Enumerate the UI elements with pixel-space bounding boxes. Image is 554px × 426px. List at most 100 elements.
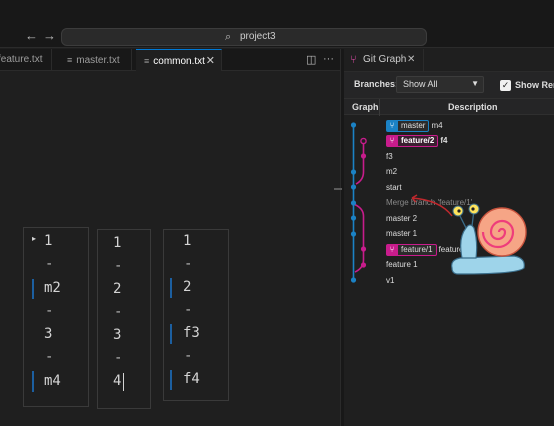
search-icon: ⌕: [225, 31, 232, 43]
commit-dot[interactable]: [360, 262, 367, 268]
change-gutter: [170, 278, 172, 298]
commit-row[interactable]: f3: [386, 150, 393, 164]
title-bar: ← → ⌕ project3: [0, 0, 554, 48]
commit-dot[interactable]: [360, 246, 367, 252]
close-icon[interactable]: ✕: [206, 50, 215, 72]
branch-icon: ⑂: [386, 119, 398, 132]
git-graph-controls: Branches: Show All ▼ ✓ Show Rem: [344, 72, 554, 98]
snail-sticker: [451, 203, 527, 275]
code-line: -: [45, 349, 54, 365]
compare-column-1: ▸ 1 - m2 - 3 - m4: [23, 227, 89, 407]
commit-dot[interactable]: [350, 215, 357, 221]
code-line: 3: [44, 326, 53, 342]
command-center-search[interactable]: ⌕ project3: [61, 28, 427, 46]
tab-label: common.txt: [153, 56, 205, 67]
change-gutter: [32, 279, 34, 299]
editor-area[interactable]: ▸ 1 - m2 - 3 - m4 1 - 2 - 3 - 4 1 - 2 - …: [0, 72, 340, 426]
commit-message: m2: [386, 167, 398, 176]
code-line: 3: [113, 327, 122, 343]
compare-column-2: 1 - 2 - 3 - 4: [97, 229, 151, 409]
split-editor-icon[interactable]: ◫: [306, 53, 316, 66]
code-line: f4: [183, 371, 200, 387]
change-gutter: [170, 370, 172, 390]
tab-common-txt[interactable]: ≡ common.txt ✕: [136, 49, 222, 71]
tab-git-graph[interactable]: ⑂ Git Graph ✕: [344, 49, 424, 71]
commit-message: master 1: [386, 229, 418, 238]
commit-message: f4: [440, 136, 448, 145]
commit-row[interactable]: m2: [386, 165, 397, 179]
column-separator[interactable]: [379, 99, 380, 116]
commit-dot[interactable]: [360, 137, 367, 145]
code-line: 1: [183, 233, 192, 249]
commit-message: m4: [431, 121, 443, 130]
compare-column-3: 1 - 2 - f3 - f4: [163, 229, 229, 401]
code-line: 2: [113, 281, 122, 297]
column-header-graph: Graph: [352, 102, 379, 112]
commit-dot[interactable]: [350, 122, 357, 128]
graph-table-header: Graph Description: [344, 98, 554, 116]
code-line: m4: [44, 373, 61, 389]
tab-label: feature.txt: [0, 54, 43, 65]
branch-line-feature2: [355, 142, 365, 185]
commit-row[interactable]: feature 1: [386, 258, 418, 272]
commit-message: feature 1: [386, 260, 418, 269]
branches-value: Show All: [403, 79, 438, 89]
code-line: 1: [113, 235, 122, 251]
commit-dot[interactable]: [350, 169, 357, 175]
branch-ref-feature-2[interactable]: ⑂ feature/2: [386, 134, 439, 147]
branches-select[interactable]: Show All ▼: [396, 76, 484, 93]
code-line: m2: [44, 280, 61, 296]
code-line: 1: [44, 233, 53, 249]
tab-master-txt[interactable]: ≡ master.txt: [59, 49, 132, 71]
more-actions-icon[interactable]: ···: [323, 53, 334, 65]
close-icon[interactable]: ✕: [407, 49, 415, 71]
tab-label: master.txt: [76, 55, 120, 66]
commit-dot[interactable]: [350, 277, 357, 283]
commit-message: start: [386, 183, 402, 192]
arrow-left-icon[interactable]: ←: [25, 29, 38, 43]
branch-line-feature1: [353, 203, 365, 273]
commit-message: v1: [386, 276, 395, 285]
caret-down-icon: ▼: [471, 79, 479, 88]
file-lines-icon: ≡: [144, 56, 150, 66]
code-line: 2: [183, 279, 192, 295]
code-line: -: [45, 256, 54, 272]
editor-tab-bar: feature.txt ≡ master.txt ≡ common.txt ✕: [0, 49, 340, 71]
code-line: -: [184, 348, 193, 364]
code-line: 4: [113, 373, 122, 389]
change-gutter: [170, 324, 172, 344]
code-line: -: [114, 350, 123, 366]
code-line: -: [114, 258, 123, 274]
arrow-right-icon[interactable]: →: [43, 29, 56, 43]
commit-graph: [350, 122, 367, 283]
change-gutter: [32, 371, 34, 392]
sash-handle[interactable]: [334, 188, 342, 190]
commit-dot[interactable]: [350, 231, 357, 237]
code-line: -: [184, 256, 193, 272]
text-cursor: [123, 373, 124, 391]
branch-ref-master[interactable]: ⑂ master: [386, 119, 430, 132]
git-graph-icon: ⑂: [350, 54, 357, 66]
code-line: f3: [183, 325, 200, 341]
commit-row[interactable]: master 1: [386, 227, 417, 241]
mouse-pointer-icon: ▸: [32, 234, 37, 243]
code-line: -: [184, 302, 193, 318]
tab-feature-txt[interactable]: feature.txt: [0, 49, 52, 71]
commit-row[interactable]: v1: [386, 274, 394, 288]
column-header-description: Description: [448, 102, 498, 112]
code-line: -: [45, 303, 54, 319]
show-remote-checkbox[interactable]: ✓: [500, 80, 511, 91]
commit-dot[interactable]: [360, 153, 367, 159]
branch-icon: ⑂: [386, 134, 398, 147]
commit-row[interactable]: ⑂ feature/2 f4: [386, 134, 447, 148]
file-lines-icon: ≡: [67, 55, 73, 65]
tab-label: Git Graph: [363, 54, 407, 65]
commit-row[interactable]: ⑂ master m4: [386, 119, 443, 133]
commit-dot[interactable]: [350, 184, 357, 190]
commit-message: f3: [386, 152, 393, 161]
show-remote-label: Show Rem: [515, 80, 554, 90]
search-text: project3: [240, 31, 276, 42]
branch-icon: ⑂: [386, 243, 398, 256]
branch-ref-feature-1[interactable]: ⑂ feature/1: [386, 243, 437, 256]
commit-dot[interactable]: [350, 200, 357, 206]
